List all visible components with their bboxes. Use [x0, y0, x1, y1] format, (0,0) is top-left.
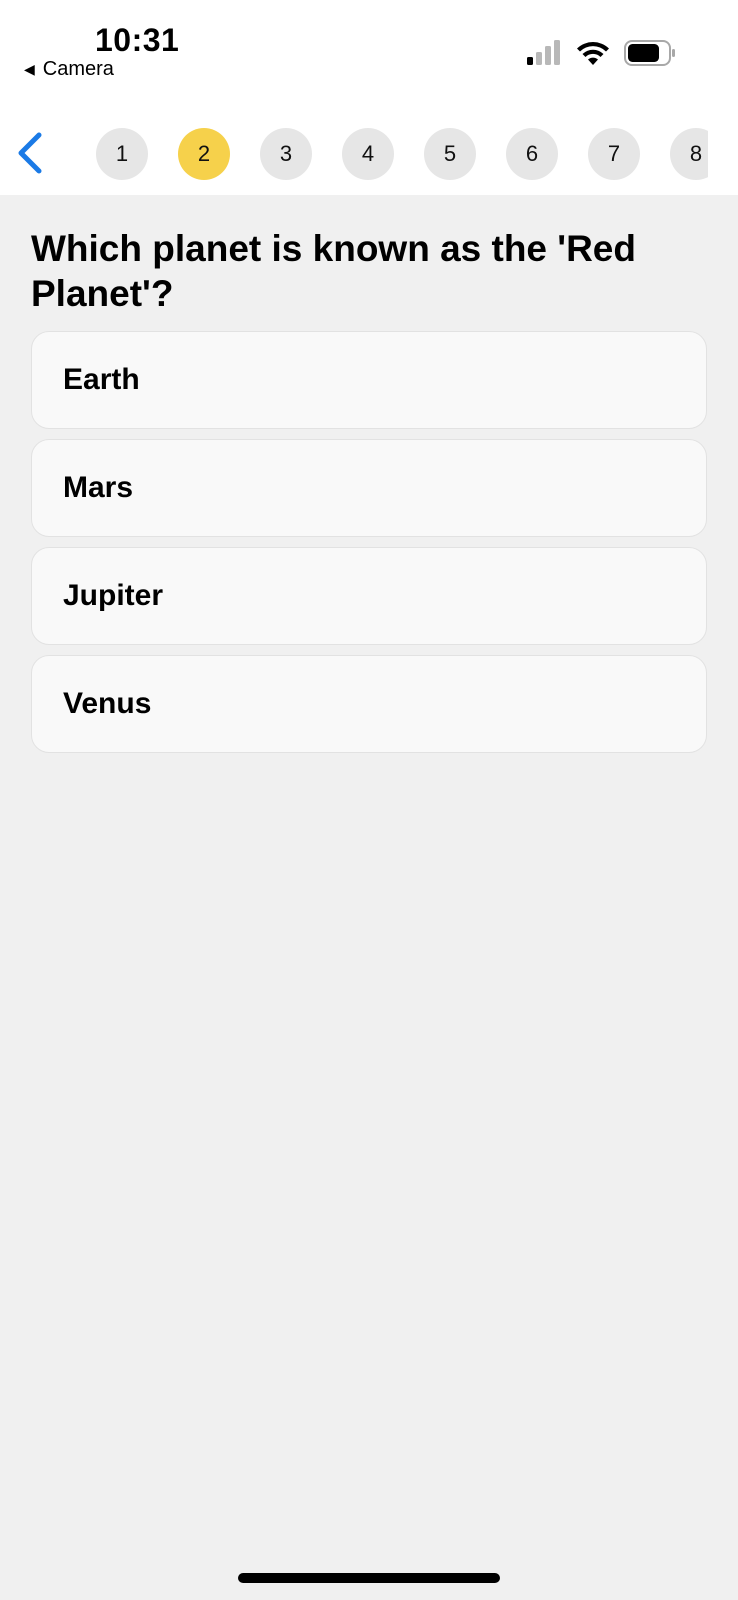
answer-options: Earth Mars Jupiter Venus — [31, 331, 707, 763]
question-number-8[interactable]: 8 — [670, 128, 708, 180]
answer-option-earth[interactable]: Earth — [31, 331, 707, 429]
question-number-7[interactable]: 7 — [588, 128, 640, 180]
question-number-2[interactable]: 2 — [178, 128, 230, 180]
cellular-signal-icon — [527, 40, 560, 65]
back-arrow-icon: ◀ — [24, 61, 35, 77]
question-number-3[interactable]: 3 — [260, 128, 312, 180]
battery-icon — [624, 40, 675, 66]
back-to-app-link[interactable]: ◀ Camera — [24, 58, 114, 81]
wifi-icon — [577, 42, 609, 65]
question-number-6[interactable]: 6 — [506, 128, 558, 180]
header-area: 10:31 ◀ Camera 12345678 — [0, 0, 738, 195]
chevron-left-icon[interactable] — [12, 130, 48, 176]
question-text: Which planet is known as the 'Red Planet… — [31, 228, 636, 314]
question-navigator-track: 12345678 — [96, 128, 708, 180]
question-navigator[interactable]: 12345678 — [96, 128, 708, 180]
status-icons — [526, 40, 676, 66]
question-number-4[interactable]: 4 — [342, 128, 394, 180]
status-time: 10:31 — [95, 22, 180, 58]
answer-option-mars[interactable]: Mars — [31, 439, 707, 537]
answer-option-jupiter[interactable]: Jupiter — [31, 547, 707, 645]
home-indicator[interactable] — [238, 1573, 500, 1583]
question-number-5[interactable]: 5 — [424, 128, 476, 180]
back-app-label: Camera — [42, 58, 114, 80]
answer-option-venus[interactable]: Venus — [31, 655, 707, 753]
question-number-1[interactable]: 1 — [96, 128, 148, 180]
